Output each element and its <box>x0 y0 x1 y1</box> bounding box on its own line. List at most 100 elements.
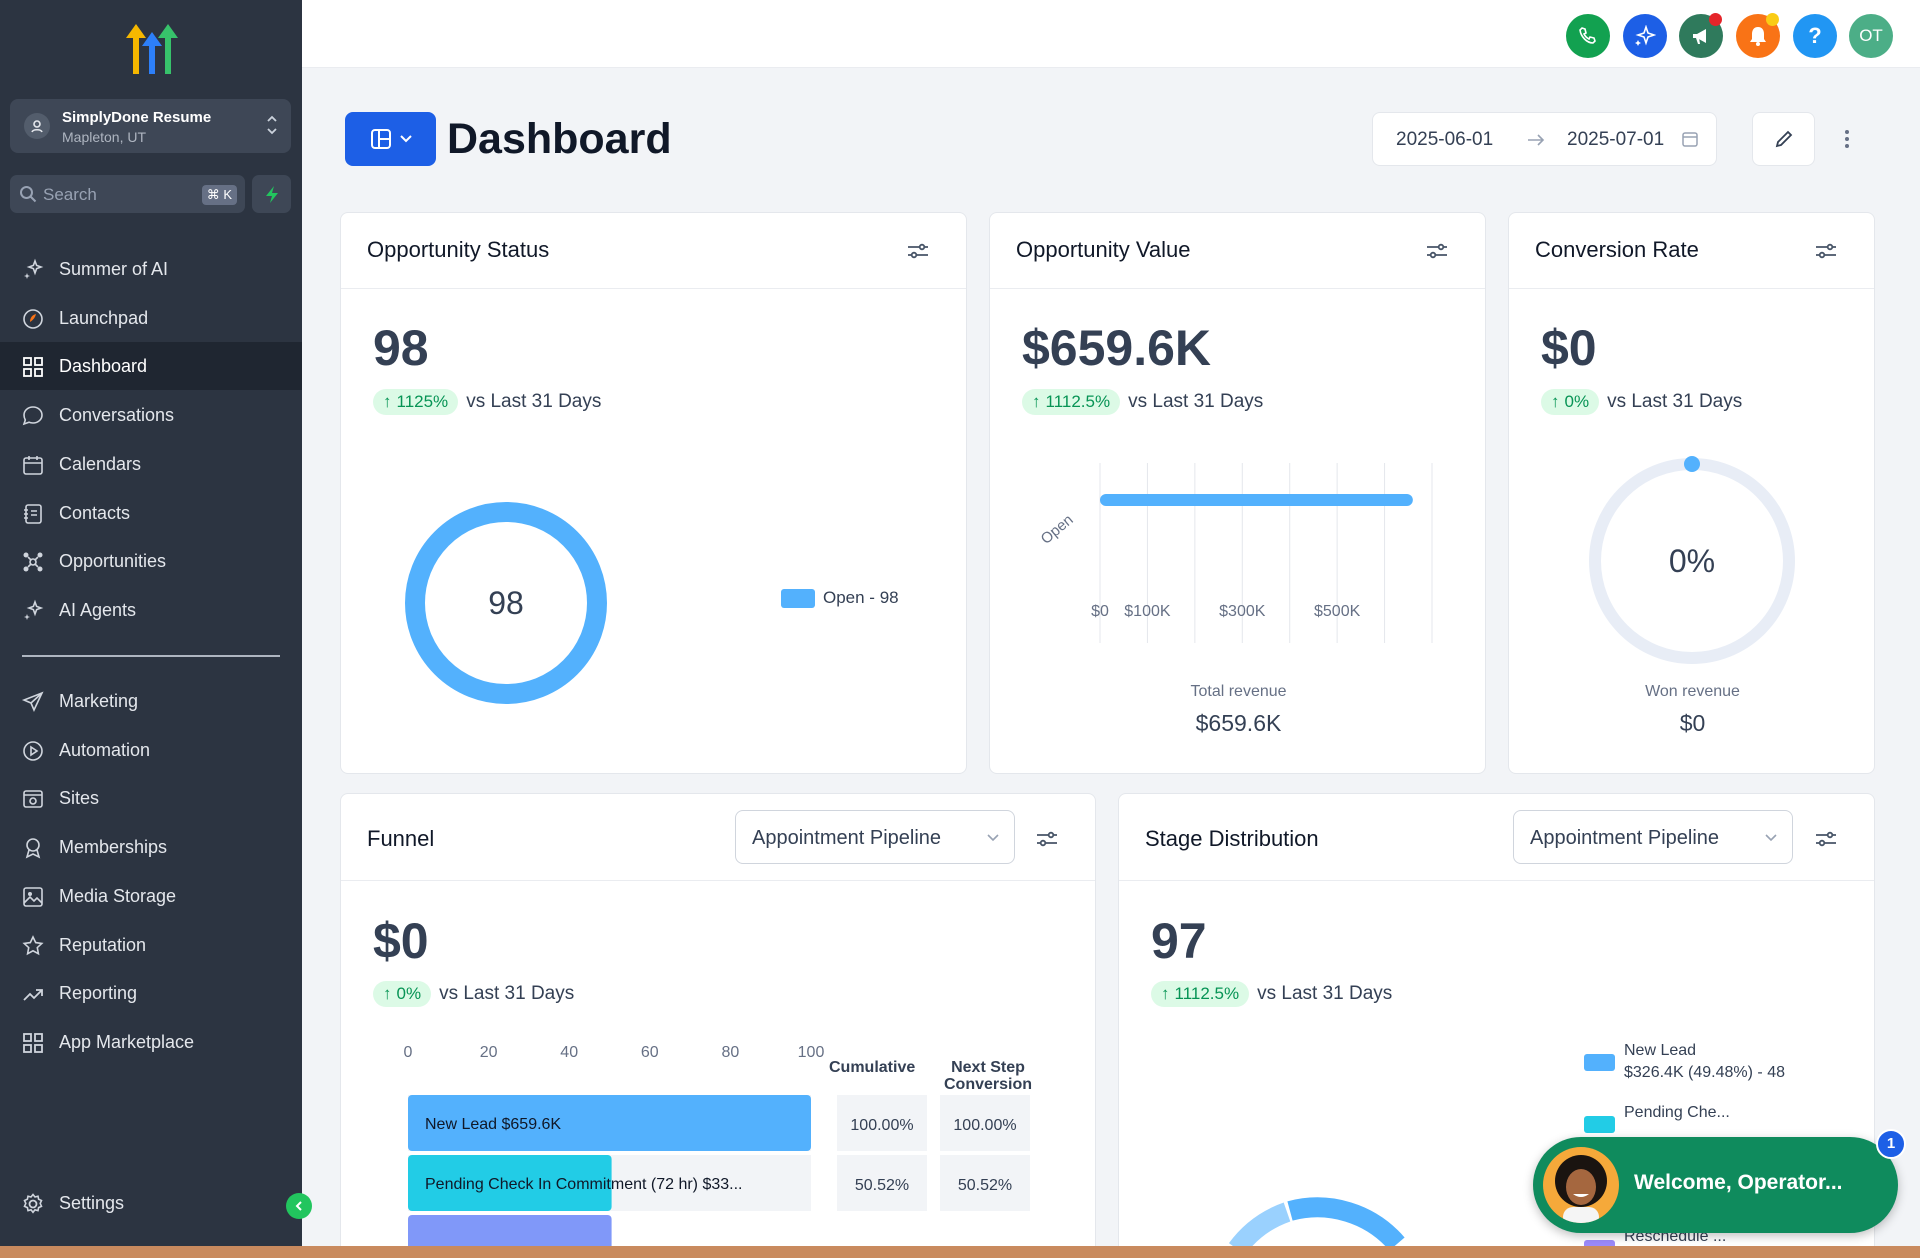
won-revenue-label: Won revenue <box>1645 683 1740 700</box>
sidebar-item-reporting[interactable]: Reporting <box>0 969 302 1017</box>
bell-icon <box>1750 27 1766 46</box>
kpi-value: $0 <box>373 913 429 969</box>
comparison-label: vs Last 31 Days <box>1128 391 1264 412</box>
card-header: Funnel Appointment Pipeline <box>341 794 1095 881</box>
sidebar-item-label: Opportunities <box>59 551 167 572</box>
grid-icon <box>23 357 43 378</box>
sidebar-item-summer-of-ai[interactable]: Summer of AI <box>0 245 302 293</box>
sidebar-item-ai-agents[interactable]: AI Agents <box>0 586 302 634</box>
sidebar-item-app-marketplace[interactable]: App Marketplace <box>0 1018 302 1066</box>
browser-icon <box>23 790 43 809</box>
sparkle-icon <box>24 599 44 620</box>
chat-widget-button[interactable]: Welcome, Operator... 1 <box>1533 1129 1906 1233</box>
sidebar-item-label: Automation <box>59 739 151 760</box>
sidebar-item-memberships[interactable]: Memberships <box>0 823 302 871</box>
award-icon <box>25 838 41 859</box>
x-tick-label: $100K <box>1124 603 1171 620</box>
chevron-updown-icon <box>267 115 277 135</box>
sidebar: SimplyDone Resume Mapleton, UT Search ⌘ … <box>0 0 302 1246</box>
sidebar-item-label: Memberships <box>59 837 168 858</box>
sidebar-item-launchpad[interactable]: Launchpad <box>0 294 302 342</box>
collapse-sidebar-button[interactable] <box>286 1193 312 1219</box>
pipeline-select-value: Appointment Pipeline <box>752 827 942 849</box>
agent-avatar <box>1543 1147 1619 1223</box>
cumulative-cell: 100.00% <box>850 1117 913 1134</box>
sidebar-item-label: Settings <box>59 1193 125 1213</box>
sidebar-item-marketing[interactable]: Marketing <box>0 677 302 725</box>
sidebar-item-conversations[interactable]: Conversations <box>0 391 302 439</box>
dashboard-switcher-button[interactable] <box>345 112 436 166</box>
chat-welcome-text: Welcome, Operator... <box>1634 1171 1843 1194</box>
x-tick-label: 0 <box>404 1044 413 1061</box>
status-donut-chart: 98 <box>405 502 607 704</box>
card-header: Opportunity Value <box>990 213 1485 289</box>
card-settings-button[interactable] <box>904 237 932 265</box>
funnel-bar-partial <box>408 1215 612 1246</box>
change-badge: ↑ 1125% <box>373 389 459 415</box>
legend-swatch <box>1584 1240 1615 1246</box>
brand-logo <box>126 24 178 74</box>
legend-swatch <box>1584 1054 1615 1071</box>
location-city: Mapleton, UT <box>62 129 147 145</box>
card-title: Opportunity Status <box>367 237 550 262</box>
phone-button[interactable] <box>1566 14 1610 58</box>
x-tick-label: 40 <box>560 1044 578 1061</box>
date-end: 2025-07-01 <box>1567 129 1665 150</box>
sidebar-item-dashboard[interactable]: Dashboard <box>0 342 302 391</box>
play-circle-icon <box>23 740 43 761</box>
apps-icon <box>23 1032 43 1053</box>
chevron-down-icon <box>399 135 412 143</box>
donut-slice <box>1228 1202 1291 1246</box>
sidebar-item-label: Conversations <box>59 405 175 426</box>
help-button[interactable]: ? <box>1793 14 1837 58</box>
announcements-button[interactable] <box>1679 13 1723 58</box>
sidebar-item-label: Calendars <box>59 453 142 474</box>
card-settings-button[interactable] <box>1033 825 1061 853</box>
quick-action-button[interactable] <box>252 175 291 213</box>
sliders-icon <box>1037 831 1057 847</box>
legend-label: New Lead <box>1624 1042 1697 1059</box>
calendar-icon <box>1682 132 1698 147</box>
sidebar-item-contacts[interactable]: Contacts <box>0 489 302 537</box>
sidebar-item-opportunities[interactable]: Opportunities <box>0 537 302 585</box>
sidebar-item-label: Reputation <box>59 934 147 955</box>
help-icon: ? <box>1808 23 1822 48</box>
sidebar-item-label: AI Agents <box>59 599 137 620</box>
x-tick-label: 80 <box>722 1044 740 1061</box>
funnel-bar-chart: 0 20 40 60 80 100 New Lead $659.6K 100.00% 100.0… <box>404 1044 1030 1246</box>
bar-open <box>1100 494 1413 506</box>
sidebar-item-label: Launchpad <box>59 307 149 328</box>
pipeline-select[interactable]: Appointment Pipeline <box>735 810 1015 864</box>
more-vertical-icon[interactable] <box>1837 125 1857 153</box>
funnel-bar-label: New Lead $659.6K <box>425 1116 561 1133</box>
card-settings-button[interactable] <box>1812 237 1840 265</box>
notifications-button[interactable] <box>1736 13 1780 58</box>
comparison-label: vs Last 31 Days <box>466 391 602 412</box>
sidebar-item-sites[interactable]: Sites <box>0 774 302 822</box>
edit-dashboard-button[interactable] <box>1752 112 1815 166</box>
sidebar-item-automation[interactable]: Automation <box>0 726 302 774</box>
rocket-icon <box>23 308 43 329</box>
image-icon <box>23 886 43 907</box>
card-settings-button[interactable] <box>1423 237 1451 265</box>
won-revenue-value: $0 <box>1679 710 1706 736</box>
arrow-up-icon: ↑ <box>1032 392 1041 411</box>
change-value: 1112.5% <box>1045 392 1111 411</box>
change-badge: ↑ 1112.5% <box>1022 389 1121 415</box>
user-avatar[interactable]: OT <box>1849 14 1893 58</box>
sidebar-item-calendars[interactable]: Calendars <box>0 440 302 488</box>
x-tick-label: 100 <box>798 1044 825 1061</box>
funnel-card: Funnel Appointment Pipeline $0 ↑ 0% vs La… <box>340 793 1096 1246</box>
location-switcher[interactable]: SimplyDone Resume Mapleton, UT <box>10 99 291 153</box>
sidebar-item-settings[interactable]: Settings <box>0 1179 302 1227</box>
ai-assistant-button[interactable] <box>1623 14 1667 58</box>
date-range-picker[interactable]: 2025-06-01 2025-07-01 <box>1372 112 1717 166</box>
sidebar-item-reputation[interactable]: Reputation <box>0 921 302 969</box>
sliders-icon <box>908 243 928 259</box>
search-input[interactable]: Search ⌘ K <box>10 175 245 213</box>
legend-swatch <box>1584 1116 1615 1133</box>
sidebar-item-media-storage[interactable]: Media Storage <box>0 872 302 920</box>
change-badge: ↑ 0% <box>373 981 432 1007</box>
sliders-icon <box>1427 243 1447 259</box>
card-title: Funnel <box>367 826 435 851</box>
